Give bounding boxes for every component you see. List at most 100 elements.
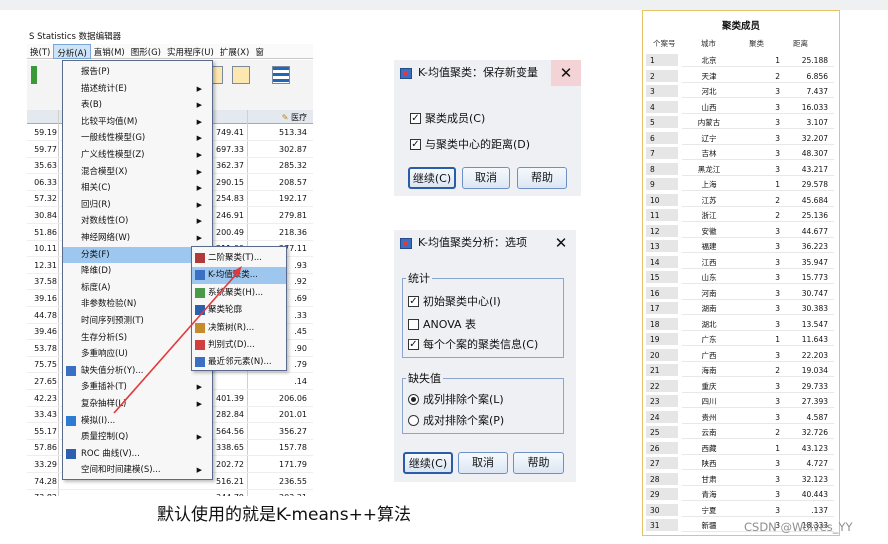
city-cell: 浙江 bbox=[701, 211, 717, 220]
checkbox-label: ANOVA 表 bbox=[423, 318, 477, 331]
case-number-cell: 16 bbox=[646, 286, 678, 300]
case-number-cell: 21 bbox=[646, 364, 678, 378]
cluster-cell: 1 bbox=[775, 335, 780, 344]
table-row: 17 湖南 3 30.383 bbox=[646, 302, 834, 316]
table-row: 6 辽宁 3 32.207 bbox=[646, 131, 834, 145]
case-number-cell: 14 bbox=[646, 255, 678, 269]
checkbox-label: 每个个案的聚类信息(C) bbox=[423, 338, 539, 351]
table-row: 8 黑龙江 3 43.217 bbox=[646, 162, 834, 176]
table-row: 7 吉林 3 48.307 bbox=[646, 147, 834, 161]
city-cell: 广东 bbox=[701, 335, 717, 344]
row-divider bbox=[682, 422, 834, 424]
city-cell: 西藏 bbox=[701, 443, 717, 453]
case-number-cell: 28 bbox=[646, 472, 678, 486]
header-city: 城市 bbox=[701, 39, 716, 48]
distance-cell: 30.383 bbox=[801, 304, 828, 313]
row-divider bbox=[682, 345, 834, 347]
case-cluster-info-checkbox[interactable]: ✓ 每个个案的聚类信息(C) bbox=[408, 336, 538, 352]
table-row: 16 河南 3 30.747 bbox=[646, 286, 834, 300]
table-row: 24 贵州 3 4.587 bbox=[646, 410, 834, 424]
row-divider bbox=[682, 515, 834, 517]
caption: 默认使用的就是K-means++算法 bbox=[157, 505, 412, 525]
case-number-cell: 2 bbox=[646, 69, 678, 83]
row-divider bbox=[682, 221, 834, 223]
continue-button[interactable]: 继续(C) bbox=[408, 167, 456, 189]
help-button[interactable]: 帮助 bbox=[513, 452, 564, 474]
distance-cell: 32.123 bbox=[801, 474, 828, 484]
continue-button[interactable]: 继续(C) bbox=[403, 452, 453, 474]
row-divider bbox=[682, 453, 834, 455]
row-divider bbox=[682, 252, 834, 254]
city-cell: 新疆 bbox=[701, 521, 717, 530]
cluster-cell: 3 bbox=[775, 412, 780, 422]
city-cell: 北京 bbox=[701, 56, 717, 65]
statistics-group-label: 统计 bbox=[406, 270, 432, 286]
table-row: 19 广东 1 11.643 bbox=[646, 333, 834, 347]
cluster-cell: 3 bbox=[775, 304, 780, 313]
case-number-cell: 20 bbox=[646, 348, 678, 362]
listwise-radio[interactable]: 成列排除个案(L) bbox=[408, 391, 504, 407]
case-number-cell: 26 bbox=[646, 441, 678, 455]
case-number-cell: 13 bbox=[646, 240, 678, 254]
radio-icon bbox=[408, 414, 419, 426]
cluster-cell: 3 bbox=[775, 397, 780, 406]
case-number-cell: 30 bbox=[646, 503, 678, 517]
cancel-button[interactable]: 取消 bbox=[458, 452, 508, 474]
city-cell: 陕西 bbox=[701, 459, 717, 468]
cluster-cell: 3 bbox=[775, 102, 780, 112]
case-number-cell: 11 bbox=[646, 209, 678, 223]
row-divider bbox=[682, 298, 834, 300]
initial-centers-checkbox[interactable]: ✓ 初始聚类中心(I) bbox=[408, 293, 501, 309]
row-divider bbox=[682, 360, 834, 362]
header-distance: 距离 bbox=[793, 39, 808, 48]
cluster-cell: 2 bbox=[775, 366, 780, 375]
city-cell: 安徽 bbox=[701, 226, 717, 236]
cluster-cell: 3 bbox=[775, 133, 780, 143]
distance-cell: 40.443 bbox=[801, 490, 828, 499]
city-cell: 河北 bbox=[701, 87, 717, 96]
case-number-cell: 18 bbox=[646, 317, 678, 331]
city-cell: 吉林 bbox=[701, 149, 717, 158]
case-number-cell: 7 bbox=[646, 147, 678, 161]
distance-cell: 3.107 bbox=[806, 118, 828, 127]
distance-cell: 4.727 bbox=[806, 459, 828, 468]
table-row: 27 陕西 3 4.727 bbox=[646, 457, 834, 471]
row-divider bbox=[682, 66, 834, 68]
cluster-cell: 1 bbox=[775, 56, 780, 65]
table-row: 1 北京 1 25.188 bbox=[646, 54, 834, 68]
case-number-cell: 17 bbox=[646, 302, 678, 316]
close-icon[interactable]: ✕ bbox=[546, 230, 576, 256]
distance-cell: 35.947 bbox=[801, 257, 828, 267]
cancel-button[interactable]: 取消 bbox=[462, 167, 510, 189]
distance-cell: 13.547 bbox=[801, 319, 828, 329]
radio-icon bbox=[408, 393, 419, 405]
missing-values-group-label: 缺失值 bbox=[406, 370, 443, 386]
table-row: 21 海南 2 19.034 bbox=[646, 364, 834, 378]
cluster-cell: 2 bbox=[775, 195, 780, 205]
distance-cell: 29.733 bbox=[801, 381, 828, 391]
table-row: 12 安徽 3 44.677 bbox=[646, 224, 834, 238]
case-number-cell: 15 bbox=[646, 271, 678, 285]
anova-table-checkbox[interactable]: ANOVA 表 bbox=[408, 316, 476, 332]
city-cell: 云南 bbox=[701, 428, 717, 437]
distance-cell: 19.034 bbox=[801, 366, 828, 375]
distance-cell: 36.223 bbox=[801, 242, 828, 251]
cluster-cell: 3 bbox=[775, 164, 780, 174]
cluster-cell: 3 bbox=[775, 257, 780, 267]
case-number-cell: 12 bbox=[646, 224, 678, 238]
row-divider bbox=[682, 314, 834, 316]
table-row: 13 福建 3 36.223 bbox=[646, 240, 834, 254]
cluster-cell: 2 bbox=[775, 71, 780, 81]
table-row: 15 山东 3 15.773 bbox=[646, 271, 834, 285]
case-number-cell: 25 bbox=[646, 426, 678, 440]
distance-checkbox[interactable]: ✓ 与聚类中心的距离(D) bbox=[410, 136, 530, 152]
header-cluster: 聚类 bbox=[749, 39, 764, 48]
close-icon[interactable]: ✕ bbox=[551, 60, 581, 86]
cluster-membership-checkbox[interactable]: ✓ 聚类成员(C) bbox=[410, 110, 485, 126]
help-button[interactable]: 帮助 bbox=[517, 167, 567, 189]
city-cell: 天津 bbox=[701, 71, 717, 81]
table-row: 10 江苏 2 45.684 bbox=[646, 193, 834, 207]
case-number-cell: 9 bbox=[646, 178, 678, 192]
case-number-cell: 27 bbox=[646, 457, 678, 471]
pairwise-radio[interactable]: 成对排除个案(P) bbox=[408, 412, 504, 428]
